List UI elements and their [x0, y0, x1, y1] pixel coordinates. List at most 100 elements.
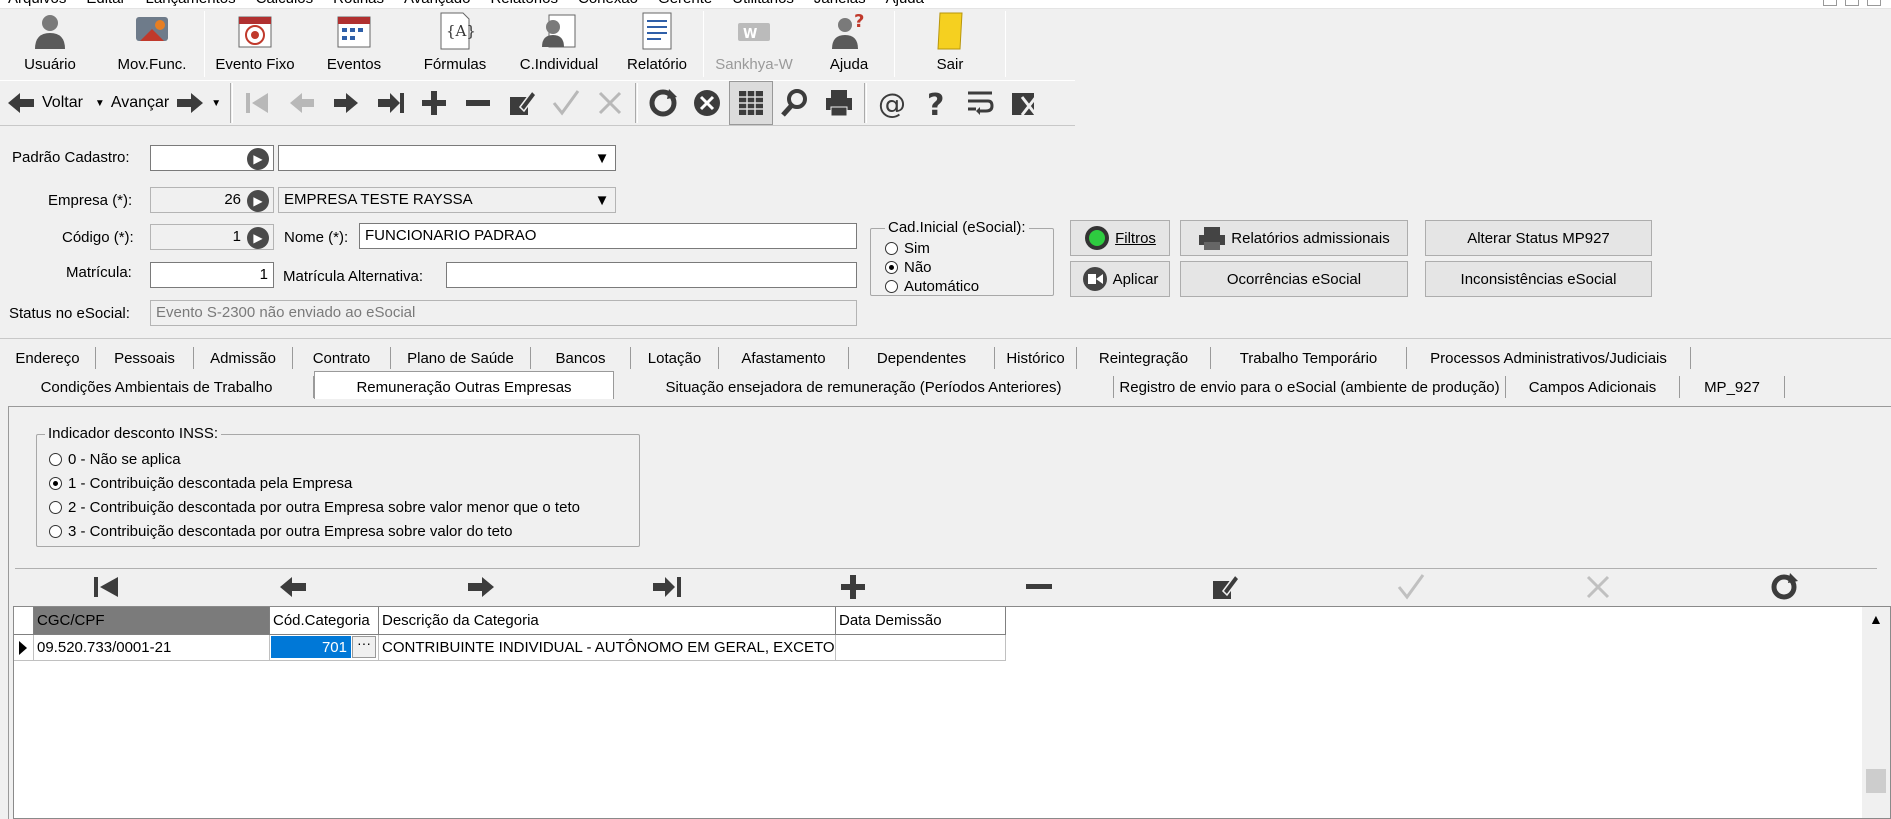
menu-item[interactable]: Gerente: [658, 0, 712, 7]
c-individual-button[interactable]: C.Individual: [507, 9, 611, 79]
menu-item[interactable]: Conexão: [578, 0, 638, 7]
avancar-button[interactable]: ▼ Avançar ▼: [89, 81, 227, 125]
column-header-cod-categoria[interactable]: Cód.Categoria: [270, 607, 379, 635]
inss-radio[interactable]: 1 - Contribuição descontada pela Empresa: [49, 471, 580, 495]
email-icon[interactable]: @: [870, 81, 914, 125]
menu-item[interactable]: Rotinas: [333, 0, 384, 7]
menu-item[interactable]: Lançamentos: [146, 0, 236, 7]
cad-inicial-radio[interactable]: Automático: [885, 277, 979, 296]
remove-icon[interactable]: [456, 81, 500, 125]
maximize-button[interactable]: [1845, 0, 1859, 6]
padrao-cadastro-combo[interactable]: ▼: [278, 145, 616, 171]
filtros-button[interactable]: Filtros: [1070, 220, 1170, 256]
radio-button-icon[interactable]: [885, 261, 898, 274]
confirm-icon[interactable]: [1395, 572, 1427, 602]
ellipsis-button[interactable]: ···: [352, 636, 376, 658]
last-record-icon[interactable]: [368, 81, 412, 125]
remove-icon[interactable]: [1023, 572, 1055, 602]
column-header-cgc-cpf[interactable]: CGC/CPF: [34, 607, 270, 635]
lookup-icon[interactable]: ▶: [247, 190, 269, 212]
menu-item[interactable]: Arquivos: [8, 0, 66, 7]
edit-icon[interactable]: [1209, 572, 1241, 602]
grid-view-icon[interactable]: [729, 81, 774, 125]
tab-pessoais[interactable]: Pessoais: [96, 347, 194, 369]
tab-registro-de-envio-para-o-esocial-ambiente-de-producao[interactable]: Registro de envio para o eSocial (ambien…: [1114, 376, 1506, 398]
column-header-data-demissao[interactable]: Data Demissão: [836, 607, 1006, 635]
relatorio-button[interactable]: Relatório: [611, 9, 703, 79]
tab-mp-927[interactable]: MP_927: [1680, 376, 1785, 398]
tab-situacao-ensejadora-de-remuneracao-periodos-anteriores[interactable]: Situação ensejadora de remuneração (Perí…: [614, 376, 1114, 398]
sankhya-button[interactable]: W Sankhya-W: [704, 9, 804, 79]
radio-button-icon[interactable]: [885, 242, 898, 255]
empresa-combo[interactable]: EMPRESA TESTE RAYSSA ▼: [278, 187, 616, 213]
tab-historico[interactable]: Histórico: [995, 347, 1077, 369]
refresh-icon[interactable]: [1768, 572, 1800, 602]
matricula-alternativa-field[interactable]: [446, 262, 857, 288]
tab-campos-adicionais[interactable]: Campos Adicionais: [1506, 376, 1680, 398]
confirm-icon[interactable]: [544, 81, 588, 125]
inss-radio[interactable]: 0 - Não se aplica: [49, 447, 580, 471]
aplicar-button[interactable]: Aplicar: [1070, 261, 1170, 297]
refresh-icon[interactable]: [641, 81, 685, 125]
cancel-icon[interactable]: [1582, 572, 1614, 602]
last-record-icon[interactable]: [651, 572, 683, 602]
alterar-status-button[interactable]: Alterar Status MP927: [1425, 220, 1652, 256]
mov-func-button[interactable]: Mov.Func.: [100, 9, 204, 79]
close-grid-icon[interactable]: [1002, 81, 1046, 125]
next-record-icon[interactable]: [324, 81, 368, 125]
tab-admissao[interactable]: Admissão: [194, 347, 293, 369]
voltar-button[interactable]: Voltar: [0, 81, 89, 125]
tab-bancos[interactable]: Bancos: [531, 347, 631, 369]
lookup-icon[interactable]: ▶: [247, 148, 269, 170]
menu-item[interactable]: Utilitários: [732, 0, 794, 7]
minimize-button[interactable]: [1823, 0, 1837, 6]
chevron-down-icon[interactable]: ▼: [591, 148, 613, 168]
tab-dependentes[interactable]: Dependentes: [849, 347, 995, 369]
radio-button-icon[interactable]: [49, 476, 62, 490]
tab-afastamento[interactable]: Afastamento: [719, 347, 849, 369]
next-record-icon[interactable]: [464, 572, 496, 602]
inconsistencias-esocial-button[interactable]: Inconsistências eSocial: [1425, 261, 1652, 297]
radio-button-icon[interactable]: [49, 452, 62, 466]
chevron-down-icon[interactable]: ▼: [591, 190, 613, 210]
scrollbar-thumb[interactable]: [1866, 769, 1886, 793]
tab-processos-administrativos-judiciais[interactable]: Processos Administrativos/Judiciais: [1407, 347, 1691, 369]
column-header-descricao[interactable]: Descrição da Categoria: [379, 607, 836, 635]
radio-button-icon[interactable]: [885, 280, 898, 293]
matricula-field[interactable]: 1: [150, 262, 274, 288]
stop-icon[interactable]: [685, 81, 729, 125]
scroll-up-icon[interactable]: ▲: [1869, 611, 1883, 627]
add-icon[interactable]: [412, 81, 456, 125]
inss-radio[interactable]: 2 - Contribuição descontada por outra Em…: [49, 495, 580, 519]
cell-cod-categoria-value[interactable]: 701: [271, 636, 351, 658]
edit-icon[interactable]: [500, 81, 544, 125]
help-icon[interactable]: ?: [914, 81, 958, 125]
first-record-icon[interactable]: [236, 81, 280, 125]
tab-reintegracao[interactable]: Reintegração: [1077, 347, 1211, 369]
menu-item[interactable]: Janelas: [814, 0, 866, 7]
sair-button[interactable]: Sair: [895, 9, 1005, 79]
menu-item[interactable]: Relatórios: [490, 0, 558, 7]
relatorios-admissionais-button[interactable]: Relatórios admissionais: [1180, 220, 1408, 256]
menu-item[interactable]: Ajuda: [886, 0, 924, 7]
cancel-icon[interactable]: [588, 81, 632, 125]
previous-record-icon[interactable]: [278, 572, 310, 602]
radio-button-icon[interactable]: [49, 524, 62, 538]
cell-cod-categoria[interactable]: 701 ···: [270, 635, 379, 661]
menu-item[interactable]: Cálculos: [256, 0, 314, 7]
menu-item[interactable]: Editar: [86, 0, 125, 7]
tab-plano-de-saude[interactable]: Plano de Saúde: [391, 347, 531, 369]
tab-contrato[interactable]: Contrato: [293, 347, 391, 369]
radio-button-icon[interactable]: [49, 500, 62, 514]
cell-cgc-cpf[interactable]: 09.520.733/0001-21: [34, 635, 270, 661]
tab-remuneracao-outras-empresas[interactable]: Remuneração Outras Empresas: [314, 371, 614, 399]
evento-fixo-button[interactable]: Evento Fixo: [205, 9, 305, 79]
tab-lotacao[interactable]: Lotação: [631, 347, 719, 369]
cell-descricao[interactable]: CONTRIBUINTE INDIVIDUAL - AUTÔNOMO EM GE…: [379, 635, 836, 661]
vertical-scrollbar[interactable]: ▲: [1862, 607, 1890, 818]
nome-field[interactable]: FUNCIONARIO PADRAO: [359, 223, 857, 249]
search-icon[interactable]: [773, 81, 817, 125]
add-icon[interactable]: [837, 572, 869, 602]
cell-data-demissao[interactable]: [836, 635, 1006, 661]
cad-inicial-radio[interactable]: Sim: [885, 239, 979, 258]
